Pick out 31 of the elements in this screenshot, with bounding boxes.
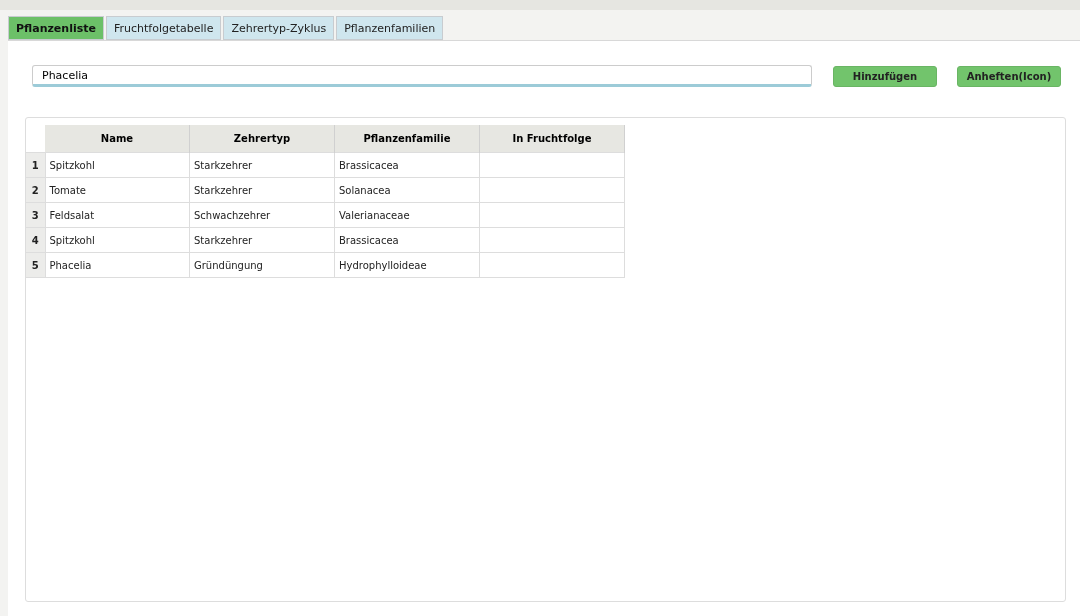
table-cell: Brassicacea bbox=[334, 227, 480, 253]
table-cell: Starkzehrer bbox=[189, 227, 335, 253]
column-header[interactable]: In Fruchtfolge bbox=[479, 125, 625, 153]
table-cell: Phacelia bbox=[45, 252, 190, 278]
search-field[interactable]: Phacelia bbox=[32, 65, 812, 87]
row-number: 3 bbox=[26, 202, 45, 228]
table-cell: Starkzehrer bbox=[189, 177, 335, 203]
table-cell: Gründüngung bbox=[189, 252, 335, 278]
table-cell: Hydrophylloideae bbox=[334, 252, 480, 278]
tab[interactable]: Fruchtfolgetabelle bbox=[106, 16, 222, 40]
action-button[interactable]: Hinzufügen bbox=[833, 65, 937, 87]
table-cell: Brassicacea bbox=[334, 152, 480, 178]
table-cell: Feldsalat bbox=[45, 202, 190, 228]
table-cell: Valerianaceae bbox=[334, 202, 480, 228]
tab[interactable]: Pflanzenfamilien bbox=[336, 16, 444, 40]
column-header[interactable]: Zehrertyp bbox=[189, 125, 335, 153]
action-button[interactable]: Anheften(Icon) bbox=[957, 65, 1061, 87]
column-header[interactable]: Pflanzenfamilie bbox=[334, 125, 480, 153]
row-number: 1 bbox=[26, 152, 45, 178]
tab[interactable]: Pflanzenliste bbox=[8, 16, 104, 40]
row-number: 2 bbox=[26, 177, 45, 203]
row-number: 4 bbox=[26, 227, 45, 253]
row-number: 5 bbox=[26, 252, 45, 278]
table-cell: Spitzkohl bbox=[45, 227, 190, 253]
tab[interactable]: Zehrertyp-Zyklus bbox=[223, 16, 335, 40]
table-cell: Spitzkohl bbox=[45, 152, 190, 178]
table-cell: Schwachzehrer bbox=[189, 202, 335, 228]
table-cell: Solanacea bbox=[334, 177, 480, 203]
table-cell: Starkzehrer bbox=[189, 152, 335, 178]
column-header[interactable]: Name bbox=[45, 125, 190, 153]
table-cell: Tomate bbox=[45, 177, 190, 203]
